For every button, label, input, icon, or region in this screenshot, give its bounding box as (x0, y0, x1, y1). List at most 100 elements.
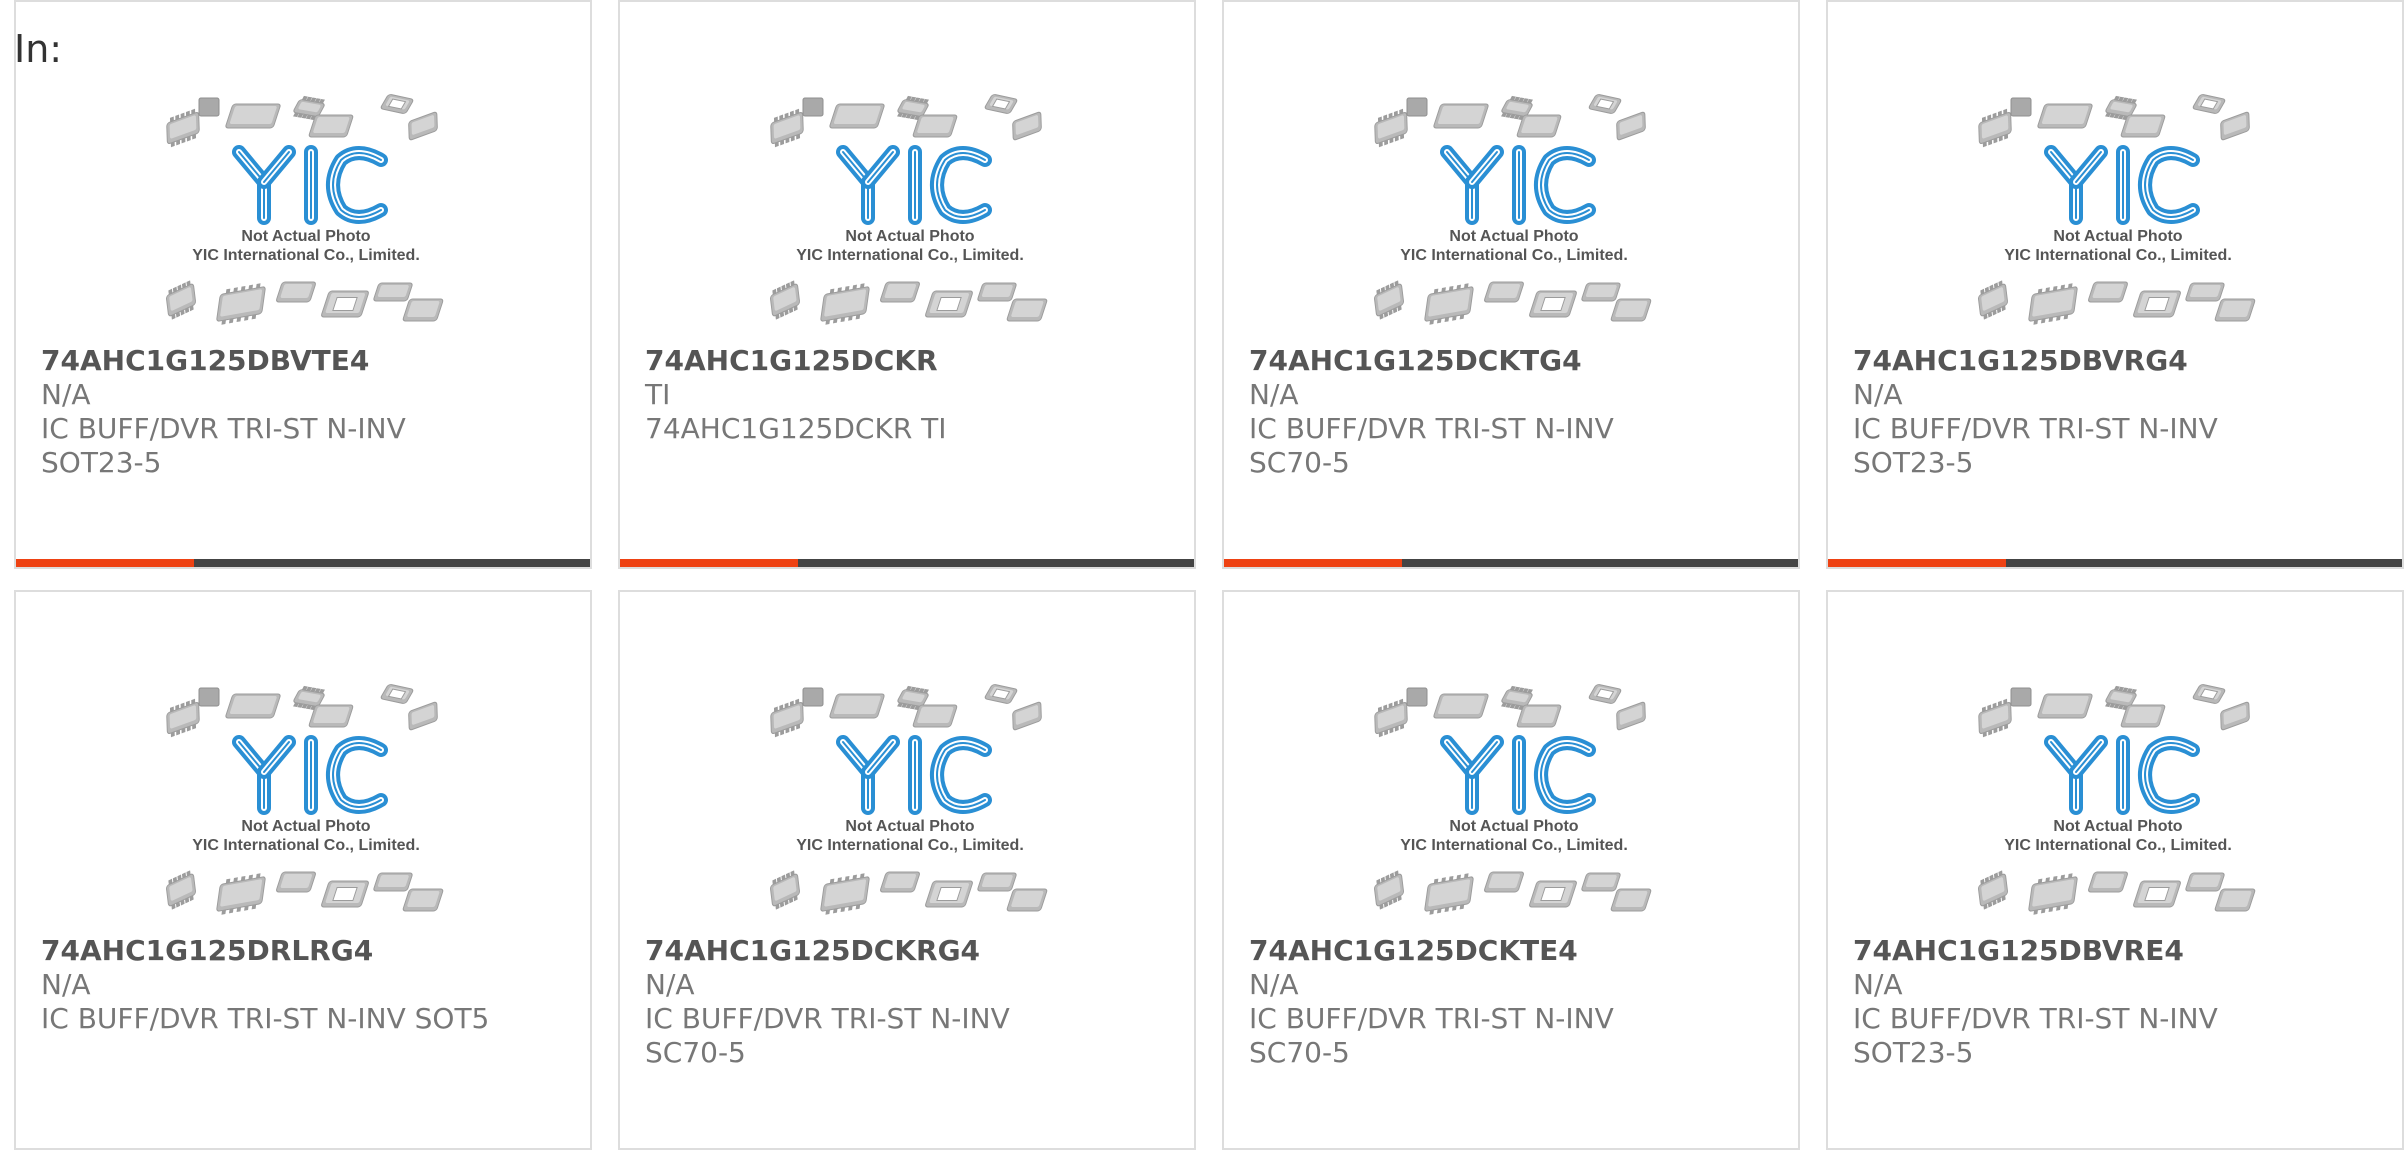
chip-qfp-icon (2185, 282, 2225, 302)
product-part-number[interactable]: 74AHC1G125DCKR (645, 344, 938, 378)
product-description: IC BUFF/DVR TRI-ST N-INV (1853, 1002, 2218, 1035)
chip-qfp-icon (308, 704, 354, 728)
product-part-number[interactable]: 74AHC1G125DBVRE4 (1853, 934, 2184, 968)
product-placeholder-photo: Not Actual Photo YIC International Co., L… (1978, 94, 2256, 325)
chip-hollow-icon (1588, 684, 1622, 704)
progress-bar-accent (1224, 559, 1402, 567)
chip-sot-icon (1616, 111, 1646, 141)
chip-bga-icon (225, 103, 281, 129)
chip-sot-icon (1374, 698, 1408, 738)
chip-sot-icon (408, 111, 438, 141)
chip-transistor-icon (1978, 280, 2008, 320)
photo-caption-line1: Not Actual Photo (1449, 228, 1578, 245)
chip-sot-icon (770, 698, 804, 738)
product-description: 74AHC1G125DCKR TI (645, 412, 947, 445)
chip-dip-icon (216, 873, 266, 915)
chip-hollow-icon (321, 880, 369, 908)
product-card[interactable]: Not Actual Photo YIC International Co., L… (1222, 0, 1800, 569)
photo-caption-line2: YIC International Co., Limited. (192, 837, 420, 854)
product-description: IC BUFF/DVR TRI-ST N-INV (645, 1002, 1010, 1035)
product-card[interactable]: Not Actual Photo YIC International Co., L… (1826, 0, 2404, 569)
chip-sot-icon (1616, 701, 1646, 731)
product-card[interactable]: Not Actual Photo YIC International Co., L… (14, 0, 592, 569)
chip-qfn-icon (802, 97, 824, 117)
product-package: SOT23-5 (1853, 1036, 1974, 1069)
chip-hollow-icon (1529, 290, 1577, 318)
yic-logo-icon (232, 145, 388, 225)
product-part-number[interactable]: 74AHC1G125DRLRG4 (41, 934, 373, 968)
product-part-number[interactable]: 74AHC1G125DCKTE4 (1249, 934, 1578, 968)
chip-bga-icon (2214, 298, 2256, 322)
chip-sot-icon (1012, 701, 1042, 731)
photo-caption-line2: YIC International Co., Limited. (2004, 837, 2232, 854)
chip-sot-icon (1978, 108, 2012, 148)
in-label: In: (14, 27, 63, 71)
product-placeholder-photo: Not Actual Photo YIC International Co., L… (770, 684, 1048, 915)
chip-sot-icon (1374, 108, 1408, 148)
chip-bga-icon (402, 298, 444, 322)
product-card[interactable]: Not Actual Photo YIC International Co., L… (618, 590, 1196, 1150)
product-part-number[interactable]: 74AHC1G125DCKRG4 (645, 934, 980, 968)
yic-logo-icon (1440, 735, 1596, 815)
product-card[interactable]: Not Actual Photo YIC International Co., L… (1826, 590, 2404, 1150)
chip-dip-icon (1424, 873, 1474, 915)
chip-bga-icon (829, 103, 885, 129)
product-manufacturer: N/A (1853, 378, 1903, 411)
chip-dip-icon (2028, 283, 2078, 325)
photo-caption-line2: YIC International Co., Limited. (192, 247, 420, 264)
photo-caption-line1: Not Actual Photo (2053, 818, 2182, 835)
product-placeholder-photo: Not Actual Photo YIC International Co., L… (1978, 684, 2256, 915)
photo-caption-line1: Not Actual Photo (845, 818, 974, 835)
progress-bar (620, 559, 1194, 567)
chip-qfp-icon (912, 704, 958, 728)
chip-qfp-icon (1516, 704, 1562, 728)
chip-qfn-icon (1484, 871, 1524, 893)
chip-bga-icon (1610, 298, 1652, 322)
chip-qfn-icon (2010, 687, 2032, 707)
photo-caption-line2: YIC International Co., Limited. (796, 247, 1024, 264)
chip-dip-icon (820, 283, 870, 325)
photo-caption-line2: YIC International Co., Limited. (796, 837, 1024, 854)
chip-qfn-icon (276, 281, 316, 303)
chip-qfp-icon (912, 114, 958, 138)
chip-hollow-icon (925, 290, 973, 318)
photo-caption-line1: Not Actual Photo (241, 228, 370, 245)
product-manufacturer: N/A (1249, 378, 1299, 411)
product-part-number[interactable]: 74AHC1G125DBVRG4 (1853, 344, 2188, 378)
chip-sot-icon (1978, 698, 2012, 738)
chip-sot-icon (2220, 701, 2250, 731)
progress-bar-accent (16, 559, 194, 567)
chip-qfp-icon (2185, 872, 2225, 892)
product-part-number[interactable]: 74AHC1G125DBVTE4 (41, 344, 369, 378)
chip-transistor-icon (1978, 870, 2008, 910)
chip-transistor-icon (770, 280, 800, 320)
chip-dip-icon (820, 873, 870, 915)
chip-transistor-icon (1374, 280, 1404, 320)
chip-qfn-icon (880, 871, 920, 893)
product-card[interactable]: Not Actual Photo YIC International Co., L… (618, 0, 1196, 569)
product-card[interactable]: Not Actual Photo YIC International Co., L… (14, 590, 592, 1150)
chip-hollow-icon (380, 94, 414, 114)
product-description: IC BUFF/DVR TRI-ST N-INV (1249, 1002, 1614, 1035)
product-card[interactable]: Not Actual Photo YIC International Co., L… (1222, 590, 1800, 1150)
yic-logo-icon (2044, 735, 2200, 815)
chip-qfn-icon (1484, 281, 1524, 303)
chip-sot-icon (166, 698, 200, 738)
product-package: SOT23-5 (41, 446, 162, 479)
product-description: IC BUFF/DVR TRI-ST N-INV (1249, 412, 1614, 445)
chip-hollow-icon (984, 94, 1018, 114)
chip-sot-icon (2220, 111, 2250, 141)
progress-bar-accent (1828, 559, 2006, 567)
product-package: SC70-5 (1249, 1036, 1350, 1069)
product-description: IC BUFF/DVR TRI-ST N-INV (41, 412, 406, 445)
yic-logo-icon (232, 735, 388, 815)
product-manufacturer: N/A (41, 968, 91, 1001)
chip-transistor-icon (166, 870, 196, 910)
product-grid: Not Actual Photo YIC International Co., L… (0, 0, 2408, 1150)
photo-caption-line1: Not Actual Photo (1449, 818, 1578, 835)
chip-qfp-icon (977, 872, 1017, 892)
chip-qfn-icon (2088, 871, 2128, 893)
chip-qfn-icon (276, 871, 316, 893)
product-part-number[interactable]: 74AHC1G125DCKTG4 (1249, 344, 1582, 378)
chip-bga-icon (2037, 103, 2093, 129)
